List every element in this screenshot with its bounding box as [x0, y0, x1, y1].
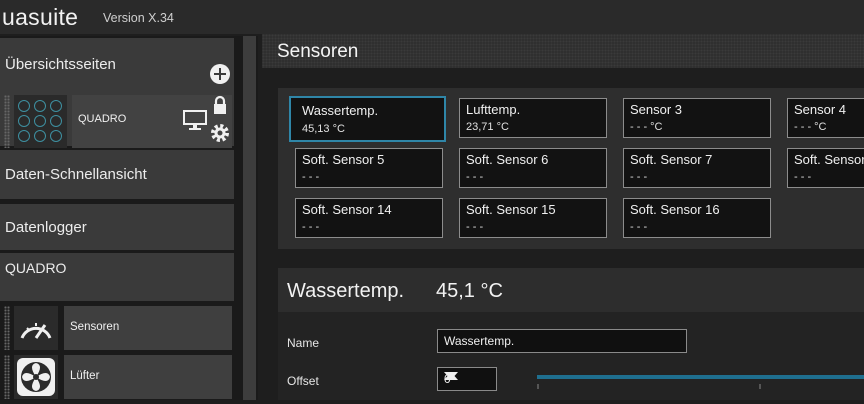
sensor-value: - - - °C	[630, 121, 663, 133]
slider-tick	[537, 384, 539, 389]
detail-sensor-name: Wassertemp.	[287, 280, 405, 302]
sensor-name: Soft. Sensor 8	[794, 152, 864, 167]
page-title: Sensoren	[277, 41, 359, 62]
app-version: Version X.34	[103, 11, 174, 25]
offset-slider[interactable]	[537, 375, 864, 379]
sensor-name: Soft. Sensor 5	[302, 152, 385, 167]
gauge-icon	[18, 100, 30, 112]
gauge-icon	[34, 115, 46, 127]
name-field[interactable]: Wassertemp.	[437, 329, 687, 353]
sensor-name: Sensor 3	[630, 102, 683, 117]
sensor-tile[interactable]: Sensor 3 - - - °C	[623, 98, 771, 138]
sidebar-item-sensors[interactable]: Sensoren	[64, 306, 232, 350]
sensor-name: Sensor 4	[794, 102, 847, 117]
sensor-tile[interactable]: Soft. Sensor 14 - - -	[295, 198, 443, 238]
drag-handle[interactable]	[4, 355, 10, 399]
sensor-tile[interactable]: Soft. Sensor 8 - - -	[787, 148, 864, 188]
slider-tick	[759, 384, 761, 389]
sensor-value: - - -	[302, 171, 320, 183]
gear-icon[interactable]	[209, 122, 231, 144]
gauge-icon	[34, 130, 46, 142]
sensor-tile[interactable]: Sensor 4 - - - °C	[787, 98, 864, 138]
sensor-name: Wassertemp.	[302, 103, 379, 118]
sensor-value: - - -	[466, 171, 484, 183]
sensor-value: - - -	[630, 171, 648, 183]
gauge-icon	[20, 323, 52, 339]
sensor-tile-selected[interactable]: Wassertemp. 45,13 °C	[289, 96, 446, 142]
gauge-icon	[18, 130, 30, 142]
name-label: Name	[287, 336, 320, 350]
sensor-value: - - -	[794, 171, 812, 183]
lock-icon[interactable]	[212, 95, 228, 115]
sensor-value: 45,13 °C	[302, 123, 345, 135]
sensor-tile[interactable]: Soft. Sensor 7 - - -	[623, 148, 771, 188]
sidebar-item-quick-view[interactable]: Daten-Schnellansicht	[0, 150, 234, 199]
sidebar-item-fans[interactable]: Lüfter	[64, 355, 232, 399]
overview-pages-label: Übersichtsseiten	[5, 56, 116, 73]
device-section-header[interactable]: QUADRO	[0, 253, 234, 301]
sensor-name: Soft. Sensor 16	[630, 202, 720, 217]
title-bar: uasuite Version X.34	[0, 0, 864, 34]
sidebar-item-label: Datenlogger	[5, 219, 87, 236]
sidebar-item-label: Daten-Schnellansicht	[5, 166, 147, 183]
sensor-detail-panel: Wassertemp. 45,1 °C Name Wassertemp. Off…	[278, 268, 864, 400]
sensor-value: 23,71 °C	[466, 121, 509, 133]
overview-thumbnail[interactable]	[14, 95, 67, 148]
sensor-value: - - -	[466, 221, 484, 233]
app-title: uasuite	[2, 4, 79, 30]
sensor-value: - - -	[302, 221, 320, 233]
sensor-tile[interactable]: Soft. Sensor 16 - - -	[623, 198, 771, 238]
decrement-arrow-icon[interactable]	[444, 372, 458, 380]
sensor-name: Soft. Sensor 6	[466, 152, 549, 167]
sidebar-item-label: Lüfter	[70, 370, 100, 382]
sidebar-scrollbar[interactable]	[243, 36, 256, 400]
sidebar-item-data-logger[interactable]: Datenlogger	[0, 204, 234, 250]
sidebar: Übersichtsseiten QUADRO Daten-Schnellans…	[0, 36, 258, 400]
offset-stepper[interactable]: 0	[437, 367, 497, 391]
sensor-tile[interactable]: Lufttemp. 23,71 °C	[459, 98, 607, 138]
gauge-icon	[50, 115, 62, 127]
gauge-icon	[18, 115, 30, 127]
sensor-tile[interactable]: Soft. Sensor 15 - - -	[459, 198, 607, 238]
page-header: Sensoren	[262, 34, 864, 68]
fan-icon	[17, 358, 55, 396]
sensor-name: Soft. Sensor 14	[302, 202, 392, 217]
monitor-icon[interactable]	[182, 109, 208, 131]
sensor-tile[interactable]: Soft. Sensor 5 - - -	[295, 148, 443, 188]
gauge-icon	[50, 100, 62, 112]
nav-icon-fans[interactable]	[14, 355, 58, 399]
overview-pages-section: Übersichtsseiten QUADRO	[0, 38, 234, 148]
device-section-label: QUADRO	[5, 260, 67, 276]
nav-icon-sensors[interactable]	[14, 306, 58, 350]
detail-current-value: 45,1 °C	[436, 280, 503, 302]
sensor-name: Soft. Sensor 15	[466, 202, 556, 217]
drag-handle[interactable]	[4, 95, 10, 148]
detail-header: Wassertemp. 45,1 °C	[278, 268, 864, 312]
sensor-value: - - -	[630, 221, 648, 233]
gauge-icon	[34, 100, 46, 112]
gauge-icon	[50, 130, 62, 142]
offset-label: Offset	[287, 374, 319, 388]
overview-page-item[interactable]: QUADRO	[72, 95, 232, 148]
drag-handle[interactable]	[4, 306, 10, 350]
sensor-grid: Wassertemp. 45,13 °C Lufttemp. 23,71 °C …	[278, 88, 864, 249]
sidebar-item-label: Sensoren	[70, 321, 120, 333]
sensor-name: Soft. Sensor 7	[630, 152, 713, 167]
sensor-tile[interactable]: Soft. Sensor 6 - - -	[459, 148, 607, 188]
sensor-value: - - - °C	[794, 121, 827, 133]
overview-page-label: QUADRO	[78, 113, 127, 125]
add-page-icon[interactable]	[210, 64, 230, 84]
sensor-name: Lufttemp.	[466, 102, 521, 117]
